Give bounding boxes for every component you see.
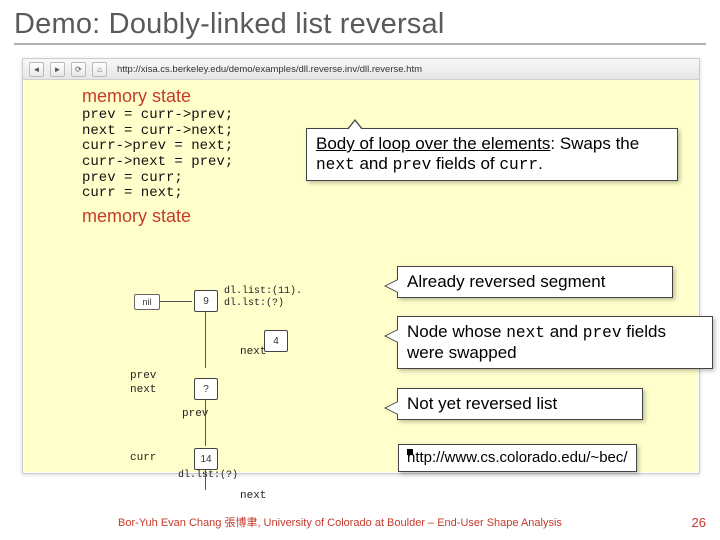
title-underline	[14, 43, 706, 45]
browser-toolbar: ◄ ► ⟳ ⌂ http://xisa.cs.berkeley.edu/demo…	[23, 59, 699, 80]
dl-annot-9: dl.list:(11).	[224, 286, 302, 297]
node-14: 14	[194, 448, 218, 470]
callout-node-swapped: Node whose next and prev fields were swa…	[397, 316, 713, 369]
back-button[interactable]: ◄	[29, 62, 44, 77]
node-9: 9	[194, 290, 218, 312]
slide-attribution: Bor-Yuh Evan Chang 張博聿, University of Co…	[0, 514, 680, 530]
prev-label-1: prev	[130, 370, 156, 382]
memory-state-heading-2: memory state	[82, 206, 191, 227]
node-4: 4	[264, 330, 288, 352]
callout-body-title: Body of loop over the elements	[316, 134, 550, 153]
callout-already-reversed: Already reversed segment	[397, 266, 673, 298]
nil-box-1: nil	[134, 294, 160, 310]
content-area: ◄ ► ⟳ ⌂ http://xisa.cs.berkeley.edu/demo…	[22, 58, 698, 478]
dl-annot-9b: dl.lst:(?)	[224, 298, 284, 309]
dl-annot-14: dl.lst:(?)	[178, 470, 238, 481]
code-block: prev = curr->prev; next = curr->next; cu…	[82, 108, 233, 202]
curr-label: curr	[130, 452, 156, 464]
next-label-2: next	[130, 384, 156, 396]
callout-body: Body of loop over the elements: Swaps th…	[306, 128, 678, 181]
home-button[interactable]: ⌂	[92, 62, 107, 77]
callout-not-yet: Not yet reversed list	[397, 388, 643, 420]
page-number: 26	[692, 515, 706, 530]
next-label-1: next	[240, 346, 266, 358]
memory-diagram: 9 nil dl.list:(11). dl.lst:(?) 4 next ? …	[64, 230, 394, 480]
node-q: ?	[194, 378, 218, 400]
slide-title: Demo: Doubly-linked list reversal	[0, 0, 720, 43]
url-text: http://xisa.cs.berkeley.edu/demo/example…	[117, 64, 422, 75]
callout-url: http://www.cs.colorado.edu/~bec/	[398, 444, 637, 472]
reload-button[interactable]: ⟳	[71, 62, 86, 77]
forward-button[interactable]: ►	[50, 62, 65, 77]
next-label-3: next	[240, 490, 266, 502]
memory-state-heading-1: memory state	[82, 86, 191, 107]
